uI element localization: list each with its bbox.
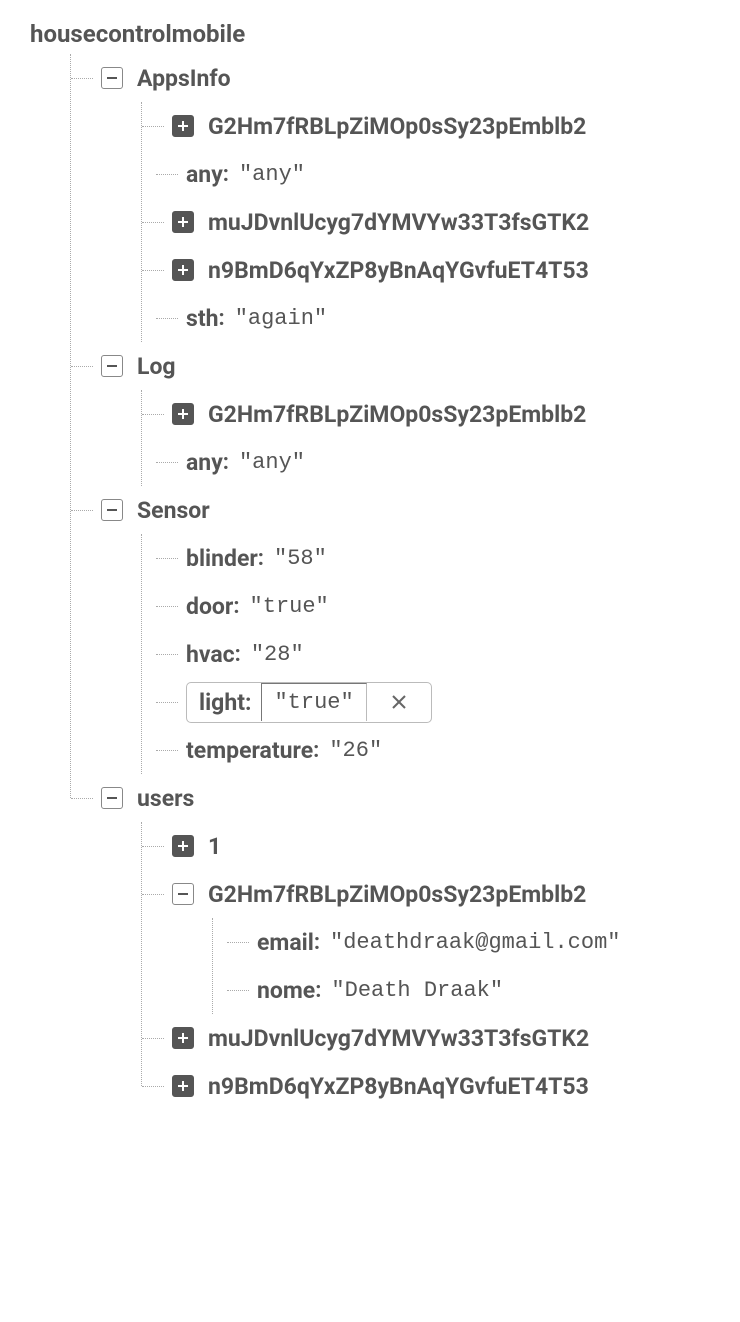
tree-leaf: door: "true" [156, 582, 720, 630]
tree-leaf: sth: "again" [156, 294, 720, 342]
tree-node: muJDvnlUcyg7dYMVYw33T3fsGTK2 [142, 1014, 720, 1062]
leaf-value[interactable]: "26" [329, 738, 382, 763]
tree-node: n9BmD6qYxZP8yBnAqYGvfuET4T53 [142, 1062, 720, 1110]
node-label[interactable]: Sensor [137, 497, 210, 524]
tree-leaf: any: "any" [156, 438, 720, 486]
appsinfo-children: G2Hm7fRBLpZiMOp0sSy23pEmblb2 any: "any" … [141, 102, 720, 342]
node-label[interactable]: muJDvnlUcyg7dYMVYw33T3fsGTK2 [208, 1025, 589, 1052]
root-children: AppsInfo G2Hm7fRBLpZiMOp0sSy23pEmblb2 an… [70, 54, 720, 1110]
leaf-value[interactable]: "58" [274, 546, 327, 571]
node-label[interactable]: G2Hm7fRBLpZiMOp0sSy23pEmblb2 [208, 113, 586, 140]
expand-icon[interactable] [172, 211, 194, 233]
node-label[interactable]: n9BmD6qYxZP8yBnAqYGvfuET4T53 [208, 257, 589, 284]
expand-icon[interactable] [172, 835, 194, 857]
expand-icon[interactable] [172, 1027, 194, 1049]
tree-node: n9BmD6qYxZP8yBnAqYGvfuET4T53 [142, 246, 720, 294]
collapse-icon[interactable] [101, 355, 123, 377]
leaf-value[interactable]: "again" [235, 306, 327, 331]
leaf-value[interactable]: "true" [250, 594, 329, 619]
leaf-key[interactable]: temperature [186, 737, 313, 764]
tree-leaf: temperature: "26" [156, 726, 720, 774]
inline-editor: light: "true" [186, 682, 432, 723]
expand-icon[interactable] [172, 1075, 194, 1097]
leaf-key[interactable]: sth [186, 305, 218, 332]
tree-leaf: email: "deathdraak@gmail.com" [227, 918, 720, 966]
database-tree: housecontrolmobile AppsInfo G2Hm7fRBLpZi… [30, 20, 720, 1110]
collapse-icon[interactable] [172, 883, 194, 905]
node-sensor: Sensor blinder: "58" door: "true" [71, 486, 720, 774]
user-children: email: "deathdraak@gmail.com" nome: "Dea… [212, 918, 720, 1014]
tree-leaf: blinder: "58" [156, 534, 720, 582]
leaf-key[interactable]: any [186, 449, 223, 476]
tree-node: 1 [142, 822, 720, 870]
node-label[interactable]: G2Hm7fRBLpZiMOp0sSy23pEmblb2 [208, 401, 586, 428]
leaf-value[interactable]: "any" [239, 162, 305, 187]
tree-node: G2Hm7fRBLpZiMOp0sSy23pEmblb2 [142, 102, 720, 150]
leaf-value[interactable]: "28" [251, 642, 304, 667]
expand-icon[interactable] [172, 403, 194, 425]
tree-node: G2Hm7fRBLpZiMOp0sSy23pEmblb2 [142, 390, 720, 438]
leaf-key[interactable]: door [186, 593, 233, 620]
node-label[interactable]: muJDvnlUcyg7dYMVYw33T3fsGTK2 [208, 209, 589, 236]
log-children: G2Hm7fRBLpZiMOp0sSy23pEmblb2 any: "any" [141, 390, 720, 486]
users-children: 1 G2Hm7fRBLpZiMOp0sSy23pEmblb2 email: [141, 822, 720, 1110]
leaf-value[interactable]: "any" [239, 450, 305, 475]
leaf-value[interactable]: "deathdraak@gmail.com" [330, 930, 620, 955]
root-node-label[interactable]: housecontrolmobile [30, 20, 720, 48]
leaf-value[interactable]: "Death Draak" [331, 978, 503, 1003]
expand-icon[interactable] [172, 115, 194, 137]
sensor-children: blinder: "58" door: "true" hvac: "28" [141, 534, 720, 774]
tree-leaf-editing: light: "true" [156, 678, 720, 726]
value-input[interactable]: "true" [261, 683, 366, 721]
node-appsinfo: AppsInfo G2Hm7fRBLpZiMOp0sSy23pEmblb2 an… [71, 54, 720, 342]
tree-leaf: hvac: "28" [156, 630, 720, 678]
node-log: Log G2Hm7fRBLpZiMOp0sSy23pEmblb2 any: "a… [71, 342, 720, 486]
collapse-icon[interactable] [101, 67, 123, 89]
collapse-icon[interactable] [101, 787, 123, 809]
expand-icon[interactable] [172, 259, 194, 281]
tree-leaf: any: "any" [156, 150, 720, 198]
node-label[interactable]: G2Hm7fRBLpZiMOp0sSy23pEmblb2 [208, 881, 586, 908]
tree-node: G2Hm7fRBLpZiMOp0sSy23pEmblb2 email: "dea… [142, 870, 720, 1014]
leaf-key[interactable]: email [257, 929, 314, 956]
leaf-key[interactable]: light: [187, 683, 261, 722]
tree-node: muJDvnlUcyg7dYMVYw33T3fsGTK2 [142, 198, 720, 246]
node-label[interactable]: users [137, 785, 194, 812]
close-icon [390, 693, 408, 711]
leaf-key[interactable]: hvac [186, 641, 235, 668]
delete-button[interactable] [367, 693, 431, 711]
node-label[interactable]: Log [137, 353, 176, 380]
leaf-key[interactable]: blinder [186, 545, 258, 572]
node-users: users 1 G2Hm7fRBLpZi [71, 774, 720, 1110]
leaf-key[interactable]: nome [257, 977, 315, 1004]
node-label[interactable]: 1 [208, 833, 221, 860]
tree-leaf: nome: "Death Draak" [227, 966, 720, 1014]
node-label[interactable]: AppsInfo [137, 65, 231, 92]
collapse-icon[interactable] [101, 499, 123, 521]
node-label[interactable]: n9BmD6qYxZP8yBnAqYGvfuET4T53 [208, 1073, 589, 1100]
leaf-key[interactable]: any [186, 161, 223, 188]
